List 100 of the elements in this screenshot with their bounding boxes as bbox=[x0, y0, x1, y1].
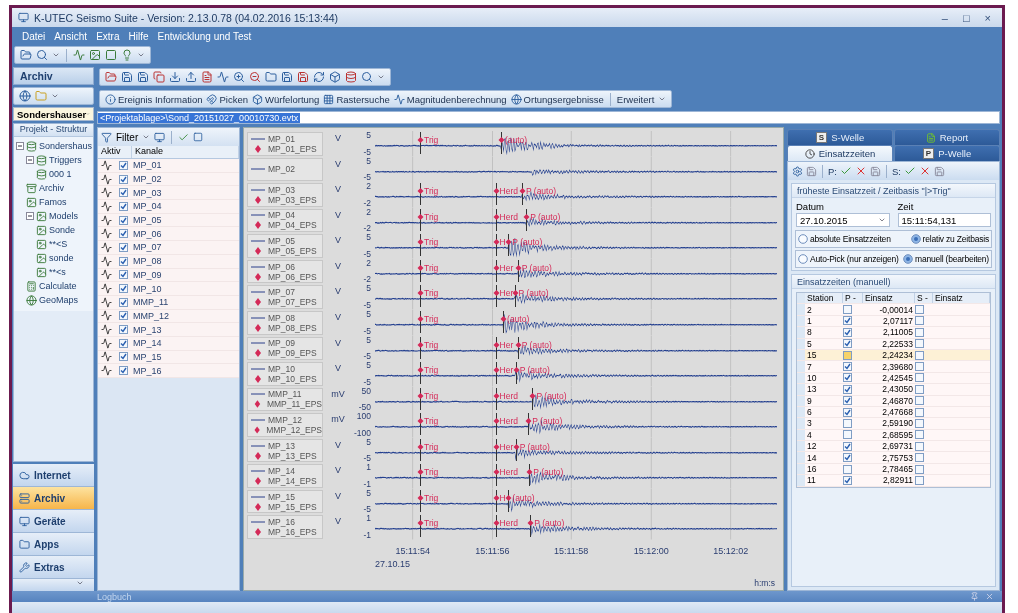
marker-label: Trig bbox=[424, 518, 439, 529]
table-cell-text: 2,39680 bbox=[881, 361, 914, 372]
column-header[interactable]: P - bbox=[843, 293, 863, 304]
tab[interactable]: P P-Welle bbox=[894, 145, 1000, 161]
scale-label: 5 bbox=[366, 131, 371, 140]
project-dropdown[interactable]: Sondershauser bbox=[13, 107, 94, 121]
toolbar-button[interactable]: Ortungsergebnisse bbox=[523, 93, 604, 105]
table-row[interactable]: 8 2,11005 bbox=[797, 327, 990, 339]
column-header[interactable]: Station bbox=[805, 293, 843, 304]
table-cell-text: 2,68595 bbox=[881, 429, 914, 440]
list-row[interactable]: MP_10 bbox=[98, 282, 239, 296]
unit-label: V bbox=[334, 285, 342, 299]
nav-button[interactable]: Internet bbox=[13, 464, 94, 487]
legend-label: MP_10_EPS bbox=[268, 373, 317, 384]
menu-item[interactable]: Hilfe bbox=[128, 30, 149, 42]
nav-button[interactable]: Apps bbox=[13, 533, 94, 556]
tab[interactable]: Einsatzzeiten bbox=[787, 145, 893, 161]
list-row[interactable]: MP_07 bbox=[98, 241, 239, 255]
toolbar-button[interactable]: Rastersuche bbox=[336, 93, 390, 105]
marker-label: Herd bbox=[499, 416, 519, 427]
tree-item[interactable]: GeoMaps bbox=[39, 295, 79, 305]
unit-label: V bbox=[334, 515, 342, 529]
table-row[interactable]: 13 2,43050 bbox=[797, 384, 990, 396]
field-label: Zeit bbox=[897, 201, 915, 212]
tree-item[interactable]: Sonde bbox=[49, 225, 76, 235]
list-row[interactable]: MP_03 bbox=[98, 186, 239, 201]
tree-item[interactable]: Archiv bbox=[39, 183, 64, 193]
table-row[interactable]: 14 2,75753 bbox=[797, 452, 990, 464]
tree-item[interactable]: Famos bbox=[39, 197, 67, 207]
tree-item[interactable]: Calculate bbox=[39, 281, 77, 291]
list-row[interactable]: MP_13 bbox=[98, 323, 239, 337]
marker-label: Trig bbox=[424, 288, 439, 299]
legend-label: MMP_11 bbox=[268, 389, 302, 400]
path-field[interactable]: <Projektablage>\Sond_20151027_00010730.evtx bbox=[97, 111, 1000, 124]
panel-title: Logbuch bbox=[97, 591, 132, 602]
marker-label: P (auto) bbox=[512, 237, 543, 248]
marker-label: Her bbox=[499, 288, 514, 299]
table-row[interactable]: 7 2,39680 bbox=[797, 361, 990, 373]
tree-item[interactable]: **<S bbox=[49, 239, 68, 249]
table-row[interactable]: 12 2,69731 bbox=[797, 441, 990, 453]
table-row[interactable]: 11 2,82911 bbox=[797, 475, 990, 487]
toolbar-button[interactable]: Picken bbox=[219, 93, 248, 105]
table-row[interactable]: 9 2,46870 bbox=[797, 395, 990, 407]
panel-title: Projekt - Struktur bbox=[14, 124, 93, 137]
marker-label: Herd bbox=[499, 518, 519, 529]
minimize-button[interactable]: – bbox=[936, 11, 953, 24]
tab[interactable]: S S-Welle bbox=[787, 129, 893, 145]
unit-label: V bbox=[334, 362, 342, 376]
table-row[interactable]: 3 2,59190 bbox=[797, 418, 990, 430]
scale-label: 5 bbox=[366, 284, 371, 294]
tree-item[interactable]: Sondershaus bbox=[39, 141, 93, 151]
tree-item[interactable]: Triggers bbox=[49, 155, 82, 165]
toolbar-button[interactable]: Magnitudenberechnung bbox=[406, 93, 507, 105]
scale-label: 5 bbox=[366, 361, 371, 371]
table-cell-text: 2,82911 bbox=[881, 475, 914, 486]
marker-label: P (auto) bbox=[521, 339, 552, 350]
column-header[interactable]: Aktiv bbox=[98, 146, 132, 158]
toolbar-button[interactable]: Würfelortung bbox=[265, 93, 320, 105]
menu-item[interactable]: Entwicklung und Test bbox=[157, 30, 252, 42]
legend-label: MP_04_EPS bbox=[268, 220, 317, 231]
column-header[interactable]: Kanale bbox=[132, 146, 239, 158]
marker-label: Trig bbox=[424, 186, 439, 197]
tree-item[interactable]: sonde bbox=[49, 253, 74, 263]
close-button[interactable]: × bbox=[979, 11, 996, 24]
column-header[interactable]: Einsatz bbox=[863, 293, 915, 304]
date-dropdown[interactable]: 27.10.2015 bbox=[796, 213, 890, 227]
marker-label: (auto) bbox=[504, 135, 528, 145]
marker-label: (auto) bbox=[512, 492, 535, 503]
filter-button[interactable]: Filter bbox=[116, 131, 139, 143]
table-row[interactable]: 5 2,22533 bbox=[797, 338, 990, 350]
scale-label: -5 bbox=[363, 326, 371, 336]
table-cell-text: 15 bbox=[806, 350, 818, 361]
dropdown-button[interactable]: Erweitert bbox=[616, 93, 655, 105]
time-field[interactable]: 15:11:54,131 bbox=[897, 213, 991, 227]
list-row[interactable]: MP_06 bbox=[98, 227, 239, 242]
scale-label: 5 bbox=[366, 233, 371, 243]
tab[interactable]: Report bbox=[894, 129, 1000, 145]
nav-button[interactable]: Archiv bbox=[13, 487, 94, 510]
legend-label: MMP_12_EPS bbox=[266, 424, 322, 435]
marker-label: P (auto) bbox=[525, 186, 557, 197]
marker-label: P (auto) bbox=[532, 416, 563, 427]
menu-item[interactable]: Ansicht bbox=[54, 30, 88, 42]
scale-label: -5 bbox=[363, 300, 371, 310]
nav-button[interactable]: Extras bbox=[13, 556, 94, 579]
maximize-button[interactable]: □ bbox=[957, 11, 975, 24]
menu-item[interactable]: Extra bbox=[96, 30, 120, 42]
list-row[interactable]: MP_16 bbox=[98, 364, 239, 378]
column-header[interactable]: Einsatz bbox=[933, 293, 990, 304]
toolbar-button[interactable]: Ereignis Information bbox=[118, 93, 203, 105]
tree-item[interactable]: **<s bbox=[49, 267, 66, 277]
list-row[interactable]: MP_04 bbox=[98, 200, 239, 214]
tree-item[interactable]: Models bbox=[49, 211, 78, 221]
table-row[interactable]: 2 -0,00014 bbox=[797, 304, 990, 316]
tree-item[interactable]: 000 1 bbox=[49, 169, 72, 179]
menu-item[interactable]: Datei bbox=[22, 30, 46, 42]
nav-button[interactable]: Geräte bbox=[13, 510, 94, 533]
table-cell-text: 14 bbox=[806, 452, 818, 463]
list-row[interactable]: MP_01 bbox=[98, 159, 239, 173]
column-header[interactable]: S - bbox=[915, 293, 933, 304]
unit-label: mV bbox=[330, 387, 346, 401]
